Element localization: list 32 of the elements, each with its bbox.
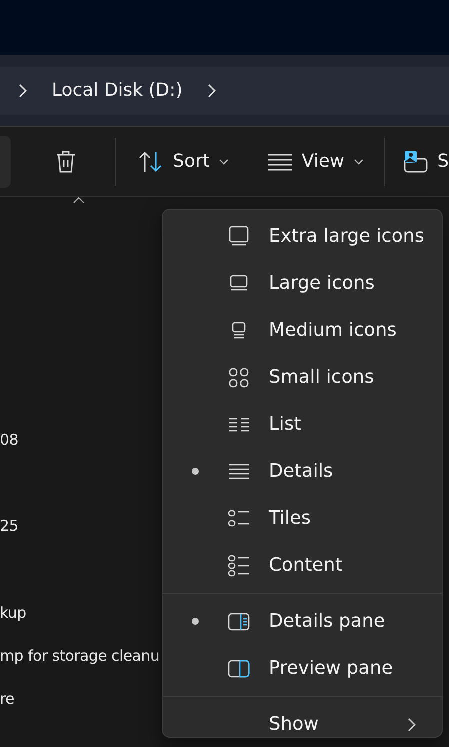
file-name[interactable]: re xyxy=(0,690,14,708)
sort-button[interactable]: Sort xyxy=(130,144,237,180)
sort-arrows-icon xyxy=(138,150,164,174)
drive-picture-icon xyxy=(402,148,429,174)
trash-icon xyxy=(55,150,78,174)
content-icon xyxy=(227,554,251,578)
file-name[interactable]: 25 xyxy=(0,517,18,536)
submenu-chevron-icon xyxy=(406,716,418,732)
breadcrumb-item[interactable]: Local Disk (D:) xyxy=(52,80,183,101)
menu-item[interactable]: Small icons xyxy=(163,354,442,401)
extra-large-icons-icon xyxy=(227,224,251,248)
menu-item[interactable]: Preview pane xyxy=(163,645,442,692)
small-icons-icon xyxy=(227,366,251,390)
view-lines-icon xyxy=(266,152,293,172)
menu-item[interactable]: Large icons xyxy=(163,260,442,307)
file-name[interactable]: kup xyxy=(0,604,26,622)
caret-icon xyxy=(218,158,229,166)
menu-item[interactable]: List xyxy=(163,401,442,448)
address-bar[interactable]: Local Disk (D:) xyxy=(0,66,449,114)
sort-caret-icon xyxy=(73,197,85,204)
caret-icon xyxy=(354,158,364,166)
share-button[interactable]: S xyxy=(394,142,449,180)
menu-item[interactable]: Medium icons xyxy=(163,307,442,354)
menu-item[interactable]: Content xyxy=(163,542,442,589)
view-button[interactable]: View xyxy=(258,145,372,178)
file-name[interactable]: 08 xyxy=(0,430,18,448)
file-name[interactable]: mp for storage cleanu xyxy=(0,647,160,665)
menu-item[interactable]: Extra large icons xyxy=(163,213,442,260)
menu-item[interactable]: Details pane xyxy=(163,598,442,645)
menu-item[interactable]: Details xyxy=(163,448,442,495)
menu-item[interactable]: Tiles xyxy=(163,495,442,542)
menu-item[interactable]: Show xyxy=(163,701,442,747)
